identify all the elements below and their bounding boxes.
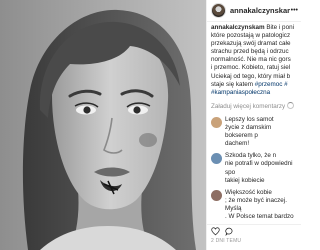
caption-line: strachu przed będą i odrzuc (211, 48, 289, 56)
comment-line: Większość kobie (225, 188, 272, 196)
caption-line: staje się katem (211, 80, 255, 88)
load-more-comments[interactable]: Załaduj więcej komentarzy (211, 101, 297, 111)
heart-icon[interactable] (211, 227, 220, 236)
caption-line: normalność. Nie ma nic gors (211, 56, 291, 64)
comment-line: życie z damskim bokserem p (225, 124, 272, 140)
caption-line: i przemoc. Kobieto, ratuj siel (211, 64, 291, 72)
post-header: annakalczynskam ••• (207, 0, 301, 22)
post-date: 2 DNI TEMU (211, 238, 242, 244)
caption-line: Bite i poni (266, 24, 294, 31)
comment-avatar[interactable] (211, 153, 222, 165)
post-photo[interactable] (0, 0, 206, 250)
comment: Szkoda tylko, że n nie potrafi w odpowie… (211, 152, 297, 184)
action-bar (211, 227, 297, 236)
comment: Lepszy los samot życie z damskim boksere… (211, 116, 297, 148)
ellipsis-icon[interactable]: ••• (291, 7, 298, 14)
comment-avatar[interactable] (211, 116, 222, 128)
caption-line: przekazują swój dramat całe (211, 40, 291, 48)
comment-line: takiej kobiecie (225, 176, 265, 184)
comment-line: . W Polsce temat bardzo (225, 212, 294, 220)
hashtag-link[interactable]: #kampaniaspołeczna (211, 89, 270, 96)
hashtag-link[interactable]: #przemoc # (255, 81, 288, 88)
comment: Większość kobie ; że może być inaczej. M… (211, 189, 297, 221)
caption-line: które pozostają w patologicz (211, 32, 291, 40)
comment-line: nie potrafi w odpowiedni spo (225, 160, 293, 176)
header-username[interactable]: annakalczynskam (230, 6, 290, 15)
comment-icon[interactable] (225, 227, 234, 236)
loading-spinner-icon (287, 101, 295, 109)
comment-line: ; że może być inaczej. Myślą (225, 196, 287, 212)
portrait-image (0, 0, 206, 250)
post-side-panel: annakalczynskam ••• annakalczynskam Bite… (206, 0, 301, 250)
comment-line: Szkoda tylko, że n (225, 152, 277, 160)
comment-avatar[interactable] (211, 189, 222, 201)
comment-line: Lepszy los samot (225, 115, 274, 123)
comment-line: dachem! (225, 140, 250, 148)
instagram-post: annakalczynskam ••• annakalczynskam Bite… (0, 0, 301, 250)
avatar[interactable] (211, 3, 226, 18)
caption: annakalczynskam Bite i poni które pozost… (211, 24, 297, 97)
caption-line: Uciekaj od tego, który miał b (211, 72, 291, 80)
post-footer: 2 DNI TEMU (207, 224, 301, 250)
post-body: annakalczynskam Bite i poni które pozost… (207, 22, 301, 221)
caption-username[interactable]: annakalczynskam (211, 24, 265, 31)
load-more-label: Załaduj więcej komentarzy (211, 102, 286, 110)
